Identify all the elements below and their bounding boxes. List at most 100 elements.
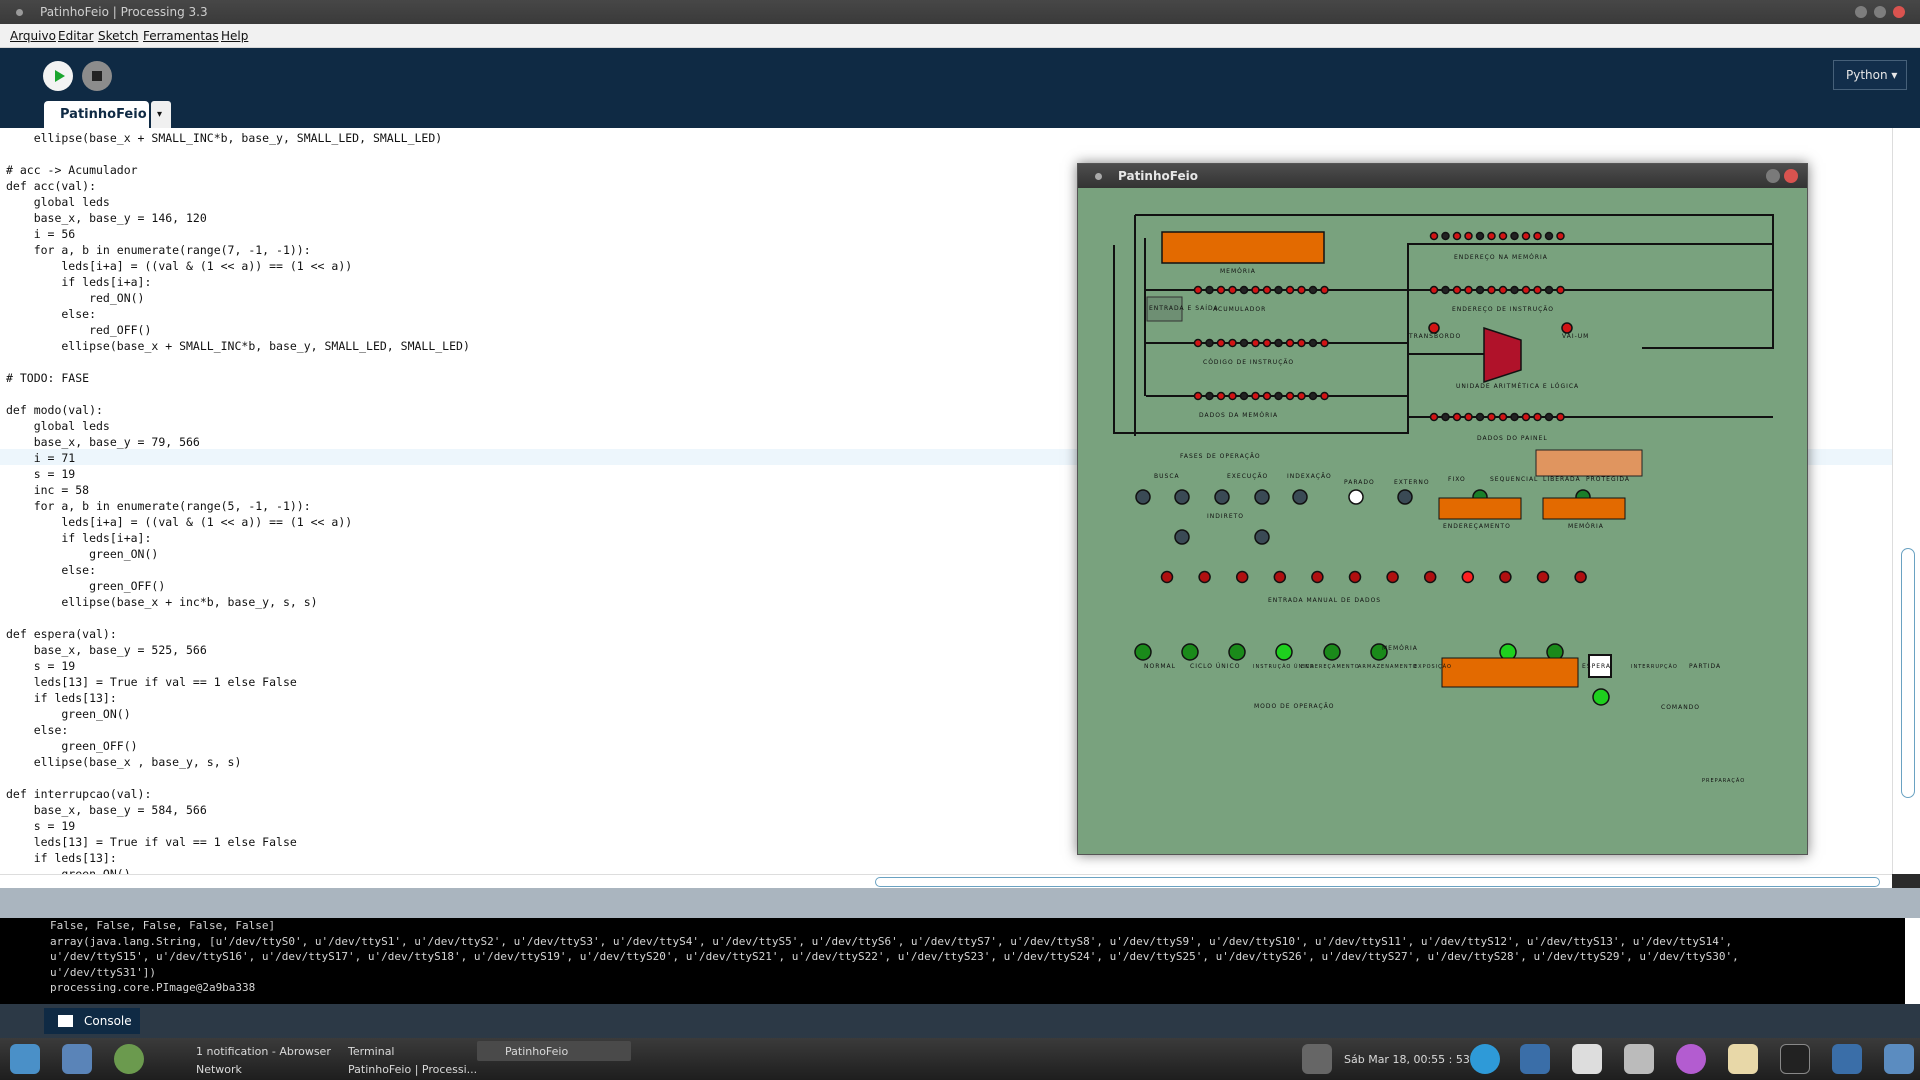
code-line[interactable]: leds[13] = True if val == 1 else False	[6, 834, 1066, 850]
code-line[interactable]	[6, 610, 1066, 626]
task-processing[interactable]: PatinhoFeio | Processi...	[348, 1063, 477, 1076]
tab-patinhofeio[interactable]: PatinhoFeio	[44, 101, 149, 128]
printer-icon[interactable]	[1302, 1044, 1332, 1074]
register-led	[1441, 285, 1450, 295]
code-line[interactable]: s = 19	[6, 658, 1066, 674]
code-line[interactable]: def espera(val):	[6, 626, 1066, 642]
start-menu-icon[interactable]	[10, 1044, 40, 1074]
code-line[interactable]: else:	[6, 562, 1066, 578]
calculator-icon[interactable]	[1624, 1044, 1654, 1074]
sketch-menu-icon[interactable]	[1095, 173, 1102, 180]
task-network[interactable]: Network	[196, 1063, 242, 1076]
fish-icon[interactable]	[1520, 1044, 1550, 1074]
code-line[interactable]: base_x, base_y = 525, 566	[6, 642, 1066, 658]
telegram-icon[interactable]	[1470, 1044, 1500, 1074]
code-line[interactable]	[6, 354, 1066, 370]
code-line[interactable]: else:	[6, 306, 1066, 322]
data-input-led	[1348, 570, 1362, 584]
file-manager-icon[interactable]	[62, 1044, 92, 1074]
windows-icon[interactable]	[1884, 1044, 1914, 1074]
editor-icon[interactable]	[1572, 1044, 1602, 1074]
code-line[interactable]	[6, 770, 1066, 786]
sketch-canvas[interactable]: MEMÓRIA ENDEREÇO NA MEMÓRIA ACUMULADOR E…	[1078, 188, 1807, 854]
code-line[interactable]: if leds[i+a]:	[6, 530, 1066, 546]
code-line[interactable]: for a, b in enumerate(range(5, -1, -1)):	[6, 498, 1066, 514]
menu-ferramentas[interactable]: Ferramentas	[143, 29, 219, 43]
code-line[interactable]: green_ON()	[6, 546, 1066, 562]
console-scrollbar[interactable]	[1905, 918, 1920, 1004]
task-terminal[interactable]: Terminal	[348, 1045, 395, 1058]
code-line[interactable]: leds[i+a] = ((val & (1 << a)) == (1 << a…	[6, 258, 1066, 274]
close-icon[interactable]	[1893, 6, 1905, 18]
menu-editar[interactable]: Editar	[58, 29, 94, 43]
code-line[interactable]: def acc(val):	[6, 178, 1066, 194]
code-line[interactable]: i = 56	[6, 226, 1066, 242]
code-line[interactable]	[6, 146, 1066, 162]
stop-button[interactable]	[82, 61, 112, 91]
code-line[interactable]: s = 19	[6, 466, 1066, 482]
maximize-icon[interactable]	[1874, 6, 1886, 18]
register-led	[1475, 412, 1485, 422]
chat-icon[interactable]	[1676, 1044, 1706, 1074]
window-menu-icon[interactable]	[16, 9, 23, 16]
task-patinhofeio[interactable]: PatinhoFeio	[505, 1045, 568, 1058]
code-line[interactable]: else:	[6, 722, 1066, 738]
editor-vertical-scrollbar[interactable]	[1892, 128, 1920, 874]
code-line[interactable]: red_ON()	[6, 290, 1066, 306]
code-line[interactable]: if leds[13]:	[6, 690, 1066, 706]
code-line[interactable]: leds[i+a] = ((val & (1 << a)) == (1 << a…	[6, 514, 1066, 530]
terminal-icon[interactable]	[1780, 1044, 1810, 1074]
editor-horizontal-scrollbar[interactable]	[0, 874, 1892, 888]
menu-help[interactable]: Help	[221, 29, 248, 43]
code-line[interactable]: base_x, base_y = 584, 566	[6, 802, 1066, 818]
code-line[interactable]: green_ON()	[6, 866, 1066, 874]
code-line[interactable]: inc = 58	[6, 482, 1066, 498]
scroll-thumb[interactable]	[1901, 548, 1915, 798]
sketch-titlebar[interactable]: PatinhoFeio	[1078, 164, 1807, 188]
sketch-close-icon[interactable]	[1784, 169, 1798, 183]
minimize-icon[interactable]	[1855, 6, 1867, 18]
tab-menu-button[interactable]: ▾	[151, 101, 171, 128]
scroll-thumb[interactable]	[875, 877, 1880, 887]
code-text[interactable]: ellipse(base_x + SMALL_INC*b, base_y, SM…	[6, 130, 1066, 874]
code-line[interactable]: s = 19	[6, 818, 1066, 834]
code-line[interactable]: global leds	[6, 418, 1066, 434]
code-line[interactable]: if leds[i+a]:	[6, 274, 1066, 290]
code-line[interactable]: base_x, base_y = 146, 120	[6, 210, 1066, 226]
code-line[interactable]: green_ON()	[6, 706, 1066, 722]
code-line[interactable]: base_x, base_y = 79, 566	[6, 434, 1066, 450]
code-line[interactable]: leds[13] = True if val == 1 else False	[6, 674, 1066, 690]
menu-sketch[interactable]: Sketch	[98, 29, 138, 43]
code-line[interactable]: ellipse(base_x + SMALL_INC*b, base_y, SM…	[6, 130, 1066, 146]
sketch-window[interactable]: PatinhoFeio MEMÓRIA ENDEREÇO NA MEMÓRIA …	[1077, 163, 1808, 855]
code-line[interactable]: red_OFF()	[6, 322, 1066, 338]
app-icon[interactable]	[1832, 1044, 1862, 1074]
code-line[interactable]: def modo(val):	[6, 402, 1066, 418]
register-led	[1239, 391, 1249, 401]
code-line[interactable]: # acc -> Acumulador	[6, 162, 1066, 178]
code-line[interactable]: def interrupcao(val):	[6, 786, 1066, 802]
code-line[interactable]: for a, b in enumerate(range(7, -1, -1)):	[6, 242, 1066, 258]
addressing-block	[1438, 497, 1522, 520]
sketch-minimize-icon[interactable]	[1766, 169, 1780, 183]
task-abrowser[interactable]: 1 notification - Abrowser	[196, 1045, 331, 1058]
run-button[interactable]	[43, 61, 73, 91]
code-line[interactable]: green_OFF()	[6, 738, 1066, 754]
code-line[interactable]: # TODO: FASE	[6, 370, 1066, 386]
mode-selector[interactable]: Python ▾	[1833, 60, 1907, 90]
code-line[interactable]: green_OFF()	[6, 578, 1066, 594]
data-input-led	[1235, 570, 1249, 584]
console-tab[interactable]: Console	[44, 1008, 140, 1034]
externo-led	[1397, 489, 1413, 505]
code-line[interactable]: ellipse(base_x + inc*b, base_y, s, s)	[6, 594, 1066, 610]
code-line[interactable]: if leds[13]:	[6, 850, 1066, 866]
code-line[interactable]: ellipse(base_x + SMALL_INC*b, base_y, SM…	[6, 338, 1066, 354]
browser-icon[interactable]	[114, 1044, 144, 1074]
code-line[interactable]: ellipse(base_x , base_y, s, s)	[6, 754, 1066, 770]
label-memoria-top: MEMÓRIA	[1382, 645, 1418, 652]
code-line[interactable]: global leds	[6, 194, 1066, 210]
code-line[interactable]: i = 71	[6, 450, 1066, 466]
menu-arquivo[interactable]: Arquivo	[10, 29, 56, 43]
notes-icon[interactable]	[1728, 1044, 1758, 1074]
code-line[interactable]	[6, 386, 1066, 402]
